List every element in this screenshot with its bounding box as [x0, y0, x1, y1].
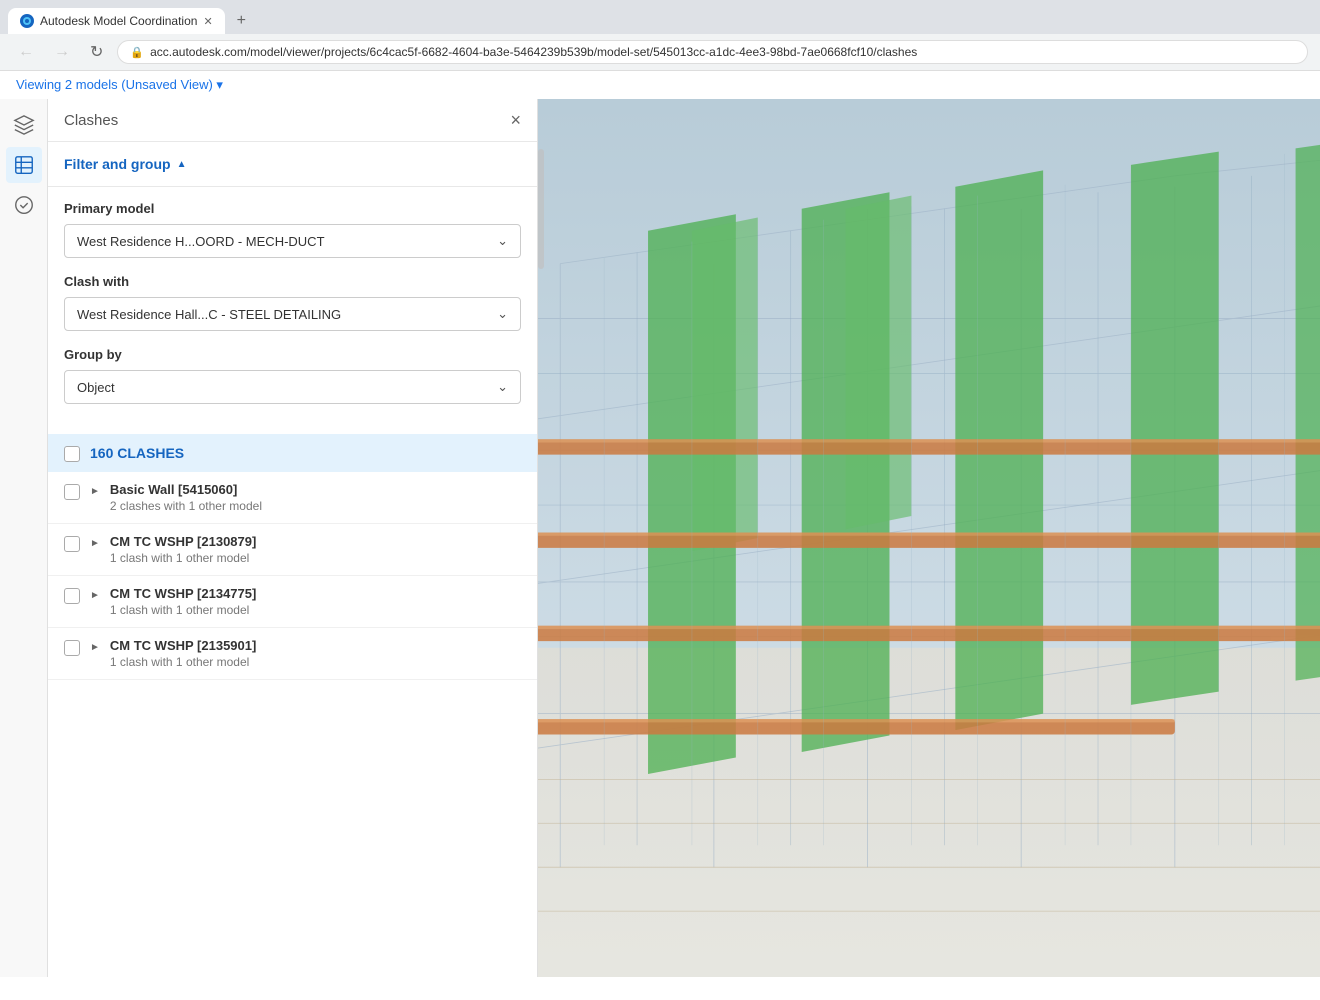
active-tab[interactable]: Autodesk Model Coordination ✕: [8, 8, 225, 34]
clash-with-select[interactable]: West Residence Hall...C - STEEL DETAILIN…: [64, 297, 521, 331]
clash-detail-0: 2 clashes with 1 other model: [110, 499, 521, 513]
cube-icon[interactable]: [6, 107, 42, 143]
tab-favicon: [20, 14, 34, 28]
clash-items-container: ► Basic Wall [5415060] 2 clashes with 1 …: [48, 472, 537, 680]
clash-checkbox-0[interactable]: [64, 484, 80, 500]
form-section: Primary model West Residence H...OORD - …: [48, 187, 537, 434]
panel-header: Clashes ×: [48, 99, 537, 142]
clash-expand-1[interactable]: ►: [90, 538, 100, 549]
clash-info-0: Basic Wall [5415060] 2 clashes with 1 ot…: [110, 482, 521, 513]
group-by-select[interactable]: Object ⌄: [64, 370, 521, 404]
clash-expand-0[interactable]: ►: [90, 486, 100, 497]
layers-icon[interactable]: [6, 147, 42, 183]
filter-group-toggle[interactable]: Filter and group ▲: [64, 156, 521, 172]
left-toolbar: [0, 99, 48, 977]
primary-model-label: Primary model: [64, 201, 521, 216]
clash-name-1: CM TC WSHP [2130879]: [110, 534, 521, 549]
address-bar: ← → ↻ 🔒 acc.autodesk.com/model/viewer/pr…: [0, 34, 1320, 70]
lock-icon: 🔒: [130, 46, 144, 59]
tab-title: Autodesk Model Coordination: [40, 14, 197, 28]
primary-model-value: West Residence H...OORD - MECH-DUCT: [77, 234, 325, 249]
clash-checkbox-3[interactable]: [64, 640, 80, 656]
clash-detail-2: 1 clash with 1 other model: [110, 603, 521, 617]
clash-row[interactable]: ► CM TC WSHP [2134775] 1 clash with 1 ot…: [48, 576, 537, 628]
clash-expand-2[interactable]: ►: [90, 590, 100, 601]
side-panel: Clashes × Filter and group ▲ Primary mod…: [48, 99, 538, 977]
clash-detail-1: 1 clash with 1 other model: [110, 551, 521, 565]
clash-info-1: CM TC WSHP [2130879] 1 clash with 1 othe…: [110, 534, 521, 565]
checkmark-icon[interactable]: [6, 187, 42, 223]
clash-detail-3: 1 clash with 1 other model: [110, 655, 521, 669]
viewer-canvas: [538, 99, 1320, 977]
clash-row[interactable]: ► CM TC WSHP [2135901] 1 clash with 1 ot…: [48, 628, 537, 680]
clash-name-2: CM TC WSHP [2134775]: [110, 586, 521, 601]
primary-model-select[interactable]: West Residence H...OORD - MECH-DUCT ⌄: [64, 224, 521, 258]
clashes-count-label: 160 CLASHES: [90, 445, 184, 461]
clash-with-label: Clash with: [64, 274, 521, 289]
filter-group-section: Filter and group ▲: [48, 142, 537, 187]
clash-info-3: CM TC WSHP [2135901] 1 clash with 1 othe…: [110, 638, 521, 669]
clash-checkbox-1[interactable]: [64, 536, 80, 552]
tab-close-button[interactable]: ✕: [203, 15, 212, 28]
reload-button[interactable]: ↻: [84, 40, 109, 64]
group-by-value: Object: [77, 380, 115, 395]
app-header: Viewing 2 models (Unsaved View) ▾: [0, 71, 1320, 99]
primary-model-arrow: ⌄: [497, 233, 508, 249]
back-button[interactable]: ←: [12, 41, 40, 63]
clashes-list: 160 CLASHES ► Basic Wall [5415060] 2 cla…: [48, 434, 537, 977]
panel-title: Clashes: [64, 112, 118, 129]
group-by-label: Group by: [64, 347, 521, 362]
clash-expand-3[interactable]: ►: [90, 642, 100, 653]
main-layout: Clashes × Filter and group ▲ Primary mod…: [0, 99, 1320, 977]
url-box[interactable]: 🔒 acc.autodesk.com/model/viewer/projects…: [117, 40, 1308, 64]
clash-name-0: Basic Wall [5415060]: [110, 482, 521, 497]
clash-name-3: CM TC WSHP [2135901]: [110, 638, 521, 653]
filter-group-arrow: ▲: [177, 159, 187, 170]
clashes-header-row[interactable]: 160 CLASHES: [48, 434, 537, 472]
clash-row[interactable]: ► CM TC WSHP [2130879] 1 clash with 1 ot…: [48, 524, 537, 576]
group-by-arrow: ⌄: [497, 379, 508, 395]
all-clashes-checkbox[interactable]: [64, 446, 80, 462]
panel-close-button[interactable]: ×: [510, 111, 521, 129]
filter-group-label-text: Filter and group: [64, 156, 171, 172]
forward-button[interactable]: →: [48, 41, 76, 63]
url-text: acc.autodesk.com/model/viewer/projects/6…: [150, 45, 917, 59]
browser-chrome: Autodesk Model Coordination ✕ + ← → ↻ 🔒 …: [0, 0, 1320, 71]
tab-bar: Autodesk Model Coordination ✕ +: [0, 0, 1320, 34]
new-tab-button[interactable]: +: [229, 10, 254, 32]
clash-with-arrow: ⌄: [497, 306, 508, 322]
clash-info-2: CM TC WSHP [2134775] 1 clash with 1 othe…: [110, 586, 521, 617]
viewing-models-text[interactable]: Viewing 2 models (Unsaved View) ▾: [16, 77, 223, 92]
clash-checkbox-2[interactable]: [64, 588, 80, 604]
scroll-indicator: [538, 149, 544, 269]
clash-row[interactable]: ► Basic Wall [5415060] 2 clashes with 1 …: [48, 472, 537, 524]
viewer-area[interactable]: [538, 99, 1320, 977]
clash-with-value: West Residence Hall...C - STEEL DETAILIN…: [77, 307, 341, 322]
